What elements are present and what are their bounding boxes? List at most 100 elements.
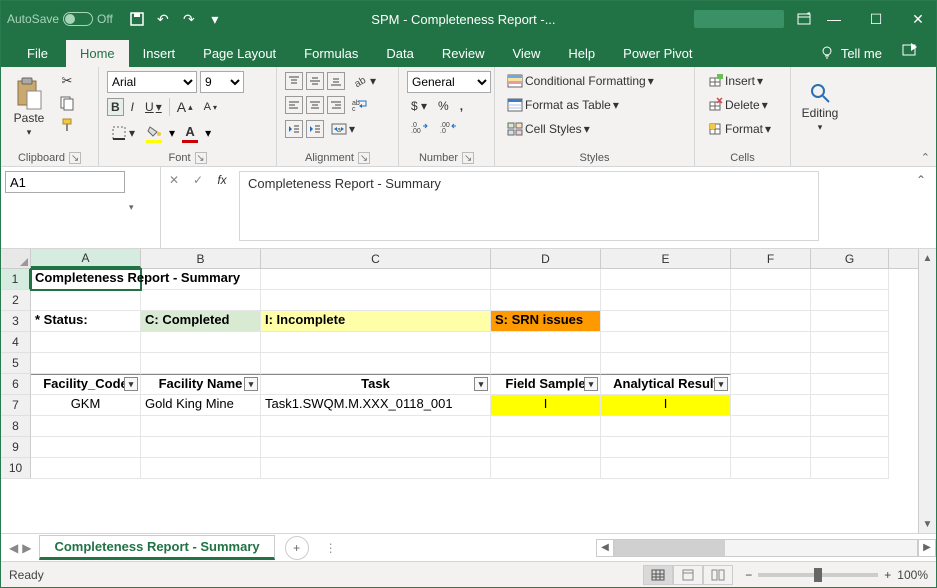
cell[interactable] xyxy=(811,311,889,332)
filter-button[interactable]: ▾ xyxy=(124,377,138,391)
row-header[interactable]: 9 xyxy=(1,437,31,458)
filter-button[interactable]: ▾ xyxy=(474,377,488,391)
cell[interactable] xyxy=(491,458,601,479)
column-header-e[interactable]: E xyxy=(601,249,731,268)
cell-c7[interactable]: Task1.SWQM.M.XXX_0118_001 xyxy=(261,395,491,416)
increase-indent-button[interactable] xyxy=(306,120,324,138)
cell[interactable] xyxy=(31,353,141,374)
redo-icon[interactable]: ↷ xyxy=(181,11,197,27)
format-painter-button[interactable] xyxy=(55,115,79,135)
cell[interactable] xyxy=(601,416,731,437)
cell[interactable] xyxy=(811,269,889,290)
filter-button[interactable]: ▾ xyxy=(584,377,598,391)
row-header[interactable]: 5 xyxy=(1,353,31,374)
delete-cells-button[interactable]: Delete ▾ xyxy=(703,95,782,115)
row-header[interactable]: 10 xyxy=(1,458,31,479)
cell[interactable] xyxy=(491,332,601,353)
cell[interactable] xyxy=(731,290,811,311)
cell-b7[interactable]: Gold King Mine xyxy=(141,395,261,416)
font-size-select[interactable]: 9 xyxy=(200,71,244,93)
cell[interactable] xyxy=(141,332,261,353)
merge-center-button[interactable]: a▾ xyxy=(327,119,359,139)
align-left-button[interactable] xyxy=(285,96,303,114)
scroll-track[interactable] xyxy=(614,539,918,557)
cell[interactable] xyxy=(811,458,889,479)
cell[interactable] xyxy=(261,332,491,353)
zoom-value[interactable]: 100% xyxy=(897,568,928,582)
font-dialog-launcher[interactable]: ↘ xyxy=(195,152,207,164)
page-break-view-button[interactable] xyxy=(703,565,733,585)
normal-view-button[interactable] xyxy=(643,565,673,585)
column-header-c[interactable]: C xyxy=(261,249,491,268)
tab-formulas[interactable]: Formulas xyxy=(290,40,372,67)
tab-help[interactable]: Help xyxy=(554,40,609,67)
collapse-ribbon-button[interactable]: ⌃ xyxy=(921,151,930,164)
align-bottom-button[interactable] xyxy=(327,72,345,90)
select-all-button[interactable] xyxy=(1,249,31,268)
copy-button[interactable] xyxy=(55,93,79,113)
cell[interactable] xyxy=(731,332,811,353)
filter-button[interactable]: ▾ xyxy=(244,377,258,391)
zoom-slider[interactable] xyxy=(758,573,878,577)
tab-page-layout[interactable]: Page Layout xyxy=(189,40,290,67)
cell[interactable] xyxy=(261,416,491,437)
scroll-right-icon[interactable]: ▶ xyxy=(918,539,936,557)
scroll-up-icon[interactable]: ▲ xyxy=(923,249,933,267)
sheet-nav-next[interactable]: ▶ xyxy=(22,541,31,555)
cell[interactable] xyxy=(31,290,141,311)
autosave-toggle[interactable]: AutoSave Off xyxy=(7,12,113,26)
maximize-button[interactable]: ☐ xyxy=(864,7,888,31)
clipboard-dialog-launcher[interactable]: ↘ xyxy=(69,152,81,164)
align-center-button[interactable] xyxy=(306,96,324,114)
comma-format-button[interactable]: , xyxy=(456,97,467,115)
font-name-select[interactable]: Arial xyxy=(107,71,197,93)
scroll-left-icon[interactable]: ◀ xyxy=(596,539,614,557)
font-color-button[interactable]: A xyxy=(178,122,202,145)
cell[interactable] xyxy=(31,332,141,353)
cell[interactable] xyxy=(141,458,261,479)
underline-button[interactable]: U▾ xyxy=(141,98,166,116)
tab-view[interactable]: View xyxy=(498,40,554,67)
percent-format-button[interactable]: % xyxy=(434,97,453,115)
cell[interactable] xyxy=(141,437,261,458)
sheet-nav-prev[interactable]: ◀ xyxy=(9,541,18,555)
ribbon-display-options-icon[interactable] xyxy=(792,7,816,31)
new-sheet-button[interactable]: + xyxy=(285,536,309,560)
row-header[interactable]: 6 xyxy=(1,374,31,395)
qat-customize-icon[interactable]: ▾ xyxy=(207,11,223,27)
save-icon[interactable] xyxy=(129,11,145,27)
row-header[interactable]: 3 xyxy=(1,311,31,332)
editing-button[interactable]: Editing ▾ xyxy=(800,71,840,143)
cell[interactable] xyxy=(731,374,811,395)
decrease-indent-button[interactable] xyxy=(285,120,303,138)
column-header-f[interactable]: F xyxy=(731,249,811,268)
cell[interactable] xyxy=(731,269,811,290)
cell[interactable] xyxy=(491,353,601,374)
enter-formula-button[interactable]: ✓ xyxy=(189,173,207,187)
cell[interactable] xyxy=(811,395,889,416)
align-middle-button[interactable] xyxy=(306,72,324,90)
cell[interactable] xyxy=(601,437,731,458)
cell[interactable] xyxy=(261,269,491,290)
conditional-formatting-button[interactable]: Conditional Formatting ▾ xyxy=(503,71,686,91)
cell[interactable] xyxy=(31,458,141,479)
cell-a6[interactable]: Facility_Code▾ xyxy=(31,374,141,395)
cell[interactable] xyxy=(491,269,601,290)
cell-b6[interactable]: Facility Name▾ xyxy=(141,374,261,395)
vertical-scrollbar[interactable]: ▲ ▼ xyxy=(918,249,936,533)
formula-bar[interactable]: Completeness Report - Summary xyxy=(239,171,819,241)
row-header[interactable]: 1 xyxy=(1,269,31,290)
cell[interactable] xyxy=(731,395,811,416)
cell-a1[interactable]: Completeness Report - Summary xyxy=(31,269,141,290)
decrease-decimal-button[interactable]: .00.0 xyxy=(436,119,462,135)
cell-a3[interactable]: * Status: xyxy=(31,311,141,332)
decrease-font-button[interactable]: A▾ xyxy=(200,99,221,115)
scroll-down-icon[interactable]: ▼ xyxy=(923,515,933,533)
row-header[interactable]: 4 xyxy=(1,332,31,353)
tell-me-search[interactable]: Tell me xyxy=(809,39,892,67)
align-right-button[interactable] xyxy=(327,96,345,114)
cell[interactable] xyxy=(31,437,141,458)
cell-d7[interactable]: I xyxy=(491,395,601,416)
cell[interactable] xyxy=(141,290,261,311)
insert-cells-button[interactable]: Insert ▾ xyxy=(703,71,782,91)
